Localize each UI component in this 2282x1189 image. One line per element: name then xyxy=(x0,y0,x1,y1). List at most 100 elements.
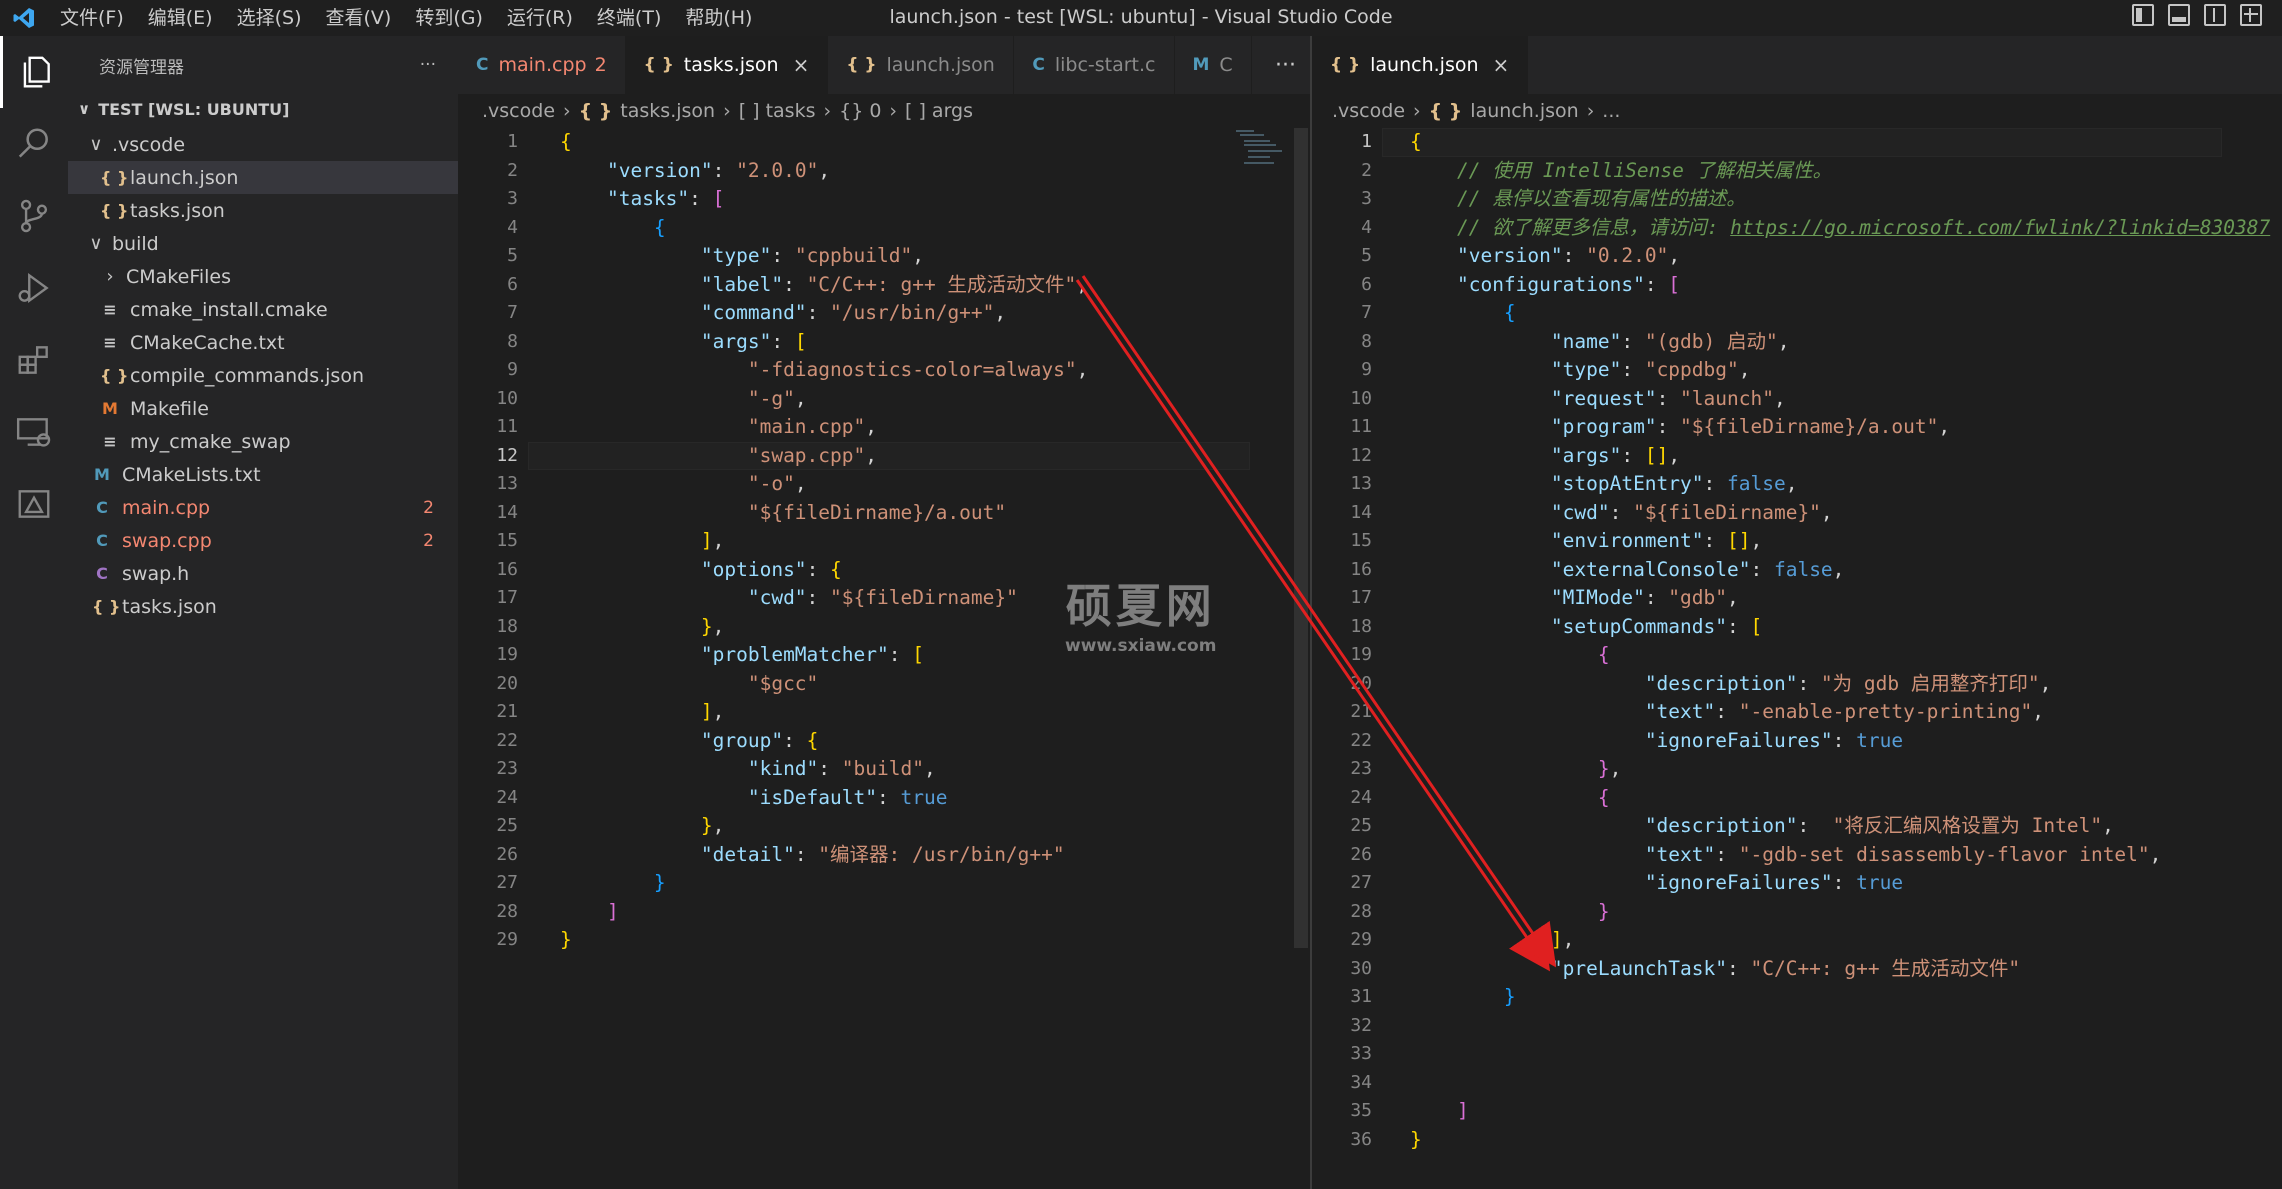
code-line: 13 "stopAtEntry": false, xyxy=(1312,470,2282,499)
tree-item[interactable]: ∨ .vscode xyxy=(68,128,458,161)
code-line: 3 "tasks": [ xyxy=(458,185,1310,214)
code-text: ] xyxy=(1456,1099,1469,1122)
workspace-section-header[interactable]: ∨ TEST [WSL: UBUNTU] xyxy=(68,94,458,124)
cpp-file-icon: C xyxy=(96,531,108,550)
code-text: "description": "将反汇编风格设置为 Intel", xyxy=(1644,814,2114,837)
tree-item[interactable]: Cswap.h xyxy=(68,557,458,590)
tree-item[interactable]: Cmain.cpp 2 xyxy=(68,491,458,524)
tree-item[interactable]: ≡ cmake_install.cmake xyxy=(68,293,458,326)
tab-label: C xyxy=(1219,54,1233,76)
line-number: 1 xyxy=(507,131,518,152)
code-text: { xyxy=(1503,301,1516,324)
makefile-icon: M xyxy=(102,399,118,418)
tree-item[interactable]: { } compile_commands.json xyxy=(68,359,458,392)
menu-item[interactable]: 文件(F) xyxy=(48,0,136,36)
code-text: } xyxy=(1410,1127,1422,1151)
breadcrumb-item[interactable]: [ ] tasks xyxy=(739,100,816,122)
minimap[interactable] xyxy=(1234,128,1286,168)
menu-item[interactable]: 编辑(E) xyxy=(136,0,225,36)
code-text: "args": [], xyxy=(1550,443,1681,467)
code-editor-tasks-json[interactable]: 1{2 "version": "2.0.0", 3 "tasks": [4 {5 … xyxy=(458,128,1310,1189)
code-text: "ignoreFailures": true xyxy=(1644,871,1904,894)
breadcrumb-item[interactable]: ... xyxy=(1602,100,1620,122)
code-text: "main.cpp", xyxy=(747,415,877,438)
tree-item[interactable]: ≡ CMakeCache.txt xyxy=(68,326,458,359)
tree-item[interactable]: M CMakeLists.txt xyxy=(68,458,458,491)
editor-tab[interactable]: { } tasks.json × xyxy=(625,36,829,94)
customize-layout-icon[interactable] xyxy=(2240,4,2262,26)
tree-item[interactable]: { } tasks.json xyxy=(68,590,458,623)
menu-item[interactable]: 运行(R) xyxy=(495,0,585,36)
source-control-icon[interactable] xyxy=(0,180,68,252)
breadcrumb-item[interactable]: [ ] args xyxy=(905,100,973,122)
line-number: 21 xyxy=(496,701,518,722)
sidebar-more-icon[interactable]: ··· xyxy=(420,55,436,75)
run-and-debug-icon[interactable] xyxy=(0,252,68,324)
menu-item[interactable]: 终端(T) xyxy=(585,0,673,36)
line-number: 5 xyxy=(1361,245,1372,266)
breadcrumb-item[interactable]: .vscode xyxy=(1332,100,1405,122)
line-number: 6 xyxy=(1361,273,1372,295)
tree-item[interactable]: › CMakeFiles xyxy=(68,260,458,293)
line-number: 9 xyxy=(1361,359,1372,380)
code-text: { xyxy=(1597,785,1610,809)
tree-item[interactable]: { } launch.json xyxy=(68,161,458,194)
cmake-icon[interactable] xyxy=(0,468,68,540)
code-text: "MIMode": "gdb", xyxy=(1550,586,1739,609)
code-editor-launch-json[interactable]: 1{2 // 使用 IntelliSense 了解相关属性。 3 // 悬停以查看… xyxy=(1312,128,2282,1189)
tree-item[interactable]: Cswap.cpp 2 xyxy=(68,524,458,557)
toggle-primary-sidebar-icon[interactable] xyxy=(2132,4,2154,26)
remote-explorer-icon[interactable] xyxy=(0,396,68,468)
toggle-panel-icon[interactable] xyxy=(2168,4,2190,26)
menu-item[interactable]: 查看(V) xyxy=(314,0,404,36)
code-line: 5 "version": "0.2.0", xyxy=(1312,242,2282,271)
menu-item[interactable]: 帮助(H) xyxy=(673,0,764,36)
editor-tab[interactable]: Cmain.cpp 2 xyxy=(458,36,626,94)
code-text: "preLaunchTask": "C/C++: g++ 生成活动文件" xyxy=(1550,956,2021,980)
editor-tab[interactable]: { } launch.json × xyxy=(1312,36,1529,94)
json-file-icon: { } xyxy=(100,168,129,187)
code-line: 24 { xyxy=(1312,784,2282,813)
code-line: 30 "preLaunchTask": "C/C++: g++ 生成活动文件" xyxy=(1312,955,2282,984)
close-icon[interactable]: × xyxy=(793,53,810,77)
tab-bar-right: { } launch.json × xyxy=(1312,36,2282,94)
vertical-scrollbar[interactable] xyxy=(1294,128,1308,948)
breadcrumb-item[interactable]: {} 0 xyxy=(839,100,881,122)
more-actions-icon[interactable]: ··· xyxy=(1261,36,1310,94)
tree-item[interactable]: ≡ my_cmake_swap xyxy=(68,425,458,458)
line-number: 2 xyxy=(507,159,518,181)
line-number: 11 xyxy=(1350,416,1372,437)
close-icon[interactable]: × xyxy=(1493,53,1510,77)
code-text: "cwd": "${fileDirname}" xyxy=(747,586,1018,609)
tree-item-label: tasks.json xyxy=(122,595,217,618)
breadcrumb-item[interactable]: .vscode xyxy=(482,100,555,122)
toggle-secondary-sidebar-icon[interactable] xyxy=(2204,4,2226,26)
text-file-icon: ≡ xyxy=(103,333,117,352)
sidebar-title: 资源管理器 xyxy=(99,57,184,78)
extensions-icon[interactable] xyxy=(0,324,68,396)
problem-count-badge: 2 xyxy=(423,530,434,551)
editor-tab[interactable]: MC xyxy=(1175,36,1252,94)
breadcrumb-item[interactable]: tasks.json xyxy=(620,100,715,122)
json-file-icon: { } xyxy=(846,55,877,75)
editor-tab[interactable]: { } launch.json xyxy=(828,36,1015,94)
breadcrumb-item[interactable]: launch.json xyxy=(1470,100,1578,122)
menu-item[interactable]: 选择(S) xyxy=(225,0,314,36)
markdown-file-icon: M xyxy=(1192,55,1210,75)
line-number: 12 xyxy=(496,444,518,466)
code-text: "version": "0.2.0", xyxy=(1456,244,1681,267)
editor-tab[interactable]: Clibc-start.c xyxy=(1014,36,1175,94)
code-text: "text": "-gdb-set disassembly-flavor int… xyxy=(1644,842,2162,866)
menu-item[interactable]: 转到(G) xyxy=(403,0,495,36)
activity-bar xyxy=(0,36,68,1189)
line-number: 14 xyxy=(1350,501,1372,523)
tree-item[interactable]: M Makefile xyxy=(68,392,458,425)
code-line: 20 "description": "为 gdb 启用整齐打印", xyxy=(1312,670,2282,699)
line-number: 2 xyxy=(1361,159,1372,181)
explorer-icon[interactable] xyxy=(0,36,68,108)
search-icon[interactable] xyxy=(0,108,68,180)
tree-item[interactable]: { } tasks.json xyxy=(68,194,458,227)
tree-item[interactable]: ∨ build xyxy=(68,227,458,260)
line-number: 29 xyxy=(496,929,518,950)
code-text: } xyxy=(1597,899,1610,923)
